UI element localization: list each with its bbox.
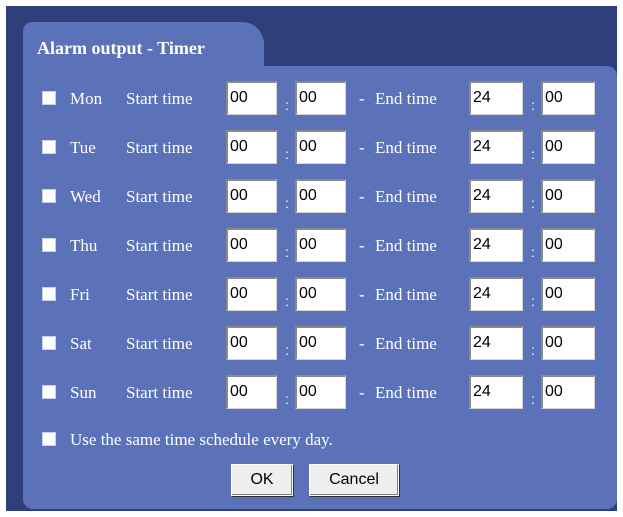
- end-minute-input-wed[interactable]: 00: [541, 179, 595, 213]
- day-row-sun: Sun Start time 00 : 00 - End time 24 : 0…: [23, 375, 617, 409]
- end-time-label: End time: [375, 187, 437, 206]
- day-row-thu: Thu Start time 00 : 00 - End time 24 : 0…: [23, 228, 617, 262]
- start-hour-input-mon[interactable]: 00: [226, 81, 277, 115]
- end-hour-input-mon[interactable]: 24: [469, 81, 523, 115]
- end-time-label: End time: [375, 383, 437, 402]
- end-minute-input-tue[interactable]: 00: [541, 130, 595, 164]
- end-hour-input-thu[interactable]: 24: [469, 228, 523, 262]
- day-row-mon: Mon Start time 00 : 00 - End time 24 : 0…: [23, 81, 617, 115]
- day-row-fri: Fri Start time 00 : 00 - End time 24 : 0…: [23, 277, 617, 311]
- end-time-label: End time: [375, 285, 437, 304]
- start-minute-input-mon[interactable]: 00: [295, 81, 346, 115]
- colon-separator: :: [531, 244, 535, 260]
- same-schedule-checkbox[interactable]: [42, 432, 56, 446]
- cancel-button[interactable]: Cancel: [309, 464, 399, 496]
- end-time-label: End time: [375, 236, 437, 255]
- start-hour-input-sat[interactable]: 00: [226, 326, 277, 360]
- colon-separator: :: [285, 244, 289, 260]
- day-checkbox-mon[interactable]: [42, 91, 56, 105]
- start-minute-input-fri[interactable]: 00: [295, 277, 346, 311]
- day-checkbox-tue[interactable]: [42, 140, 56, 154]
- end-minute-input-sat[interactable]: 00: [541, 326, 595, 360]
- start-time-label: Start time: [126, 285, 193, 304]
- end-time-label: End time: [375, 138, 437, 157]
- start-minute-input-sat[interactable]: 00: [295, 326, 346, 360]
- start-hour-input-sun[interactable]: 00: [226, 375, 277, 409]
- start-time-label: Start time: [126, 187, 193, 206]
- colon-separator: :: [285, 342, 289, 358]
- end-hour-input-sun[interactable]: 24: [469, 375, 523, 409]
- start-hour-input-thu[interactable]: 00: [226, 228, 277, 262]
- colon-separator: :: [285, 195, 289, 211]
- start-minute-input-tue[interactable]: 00: [295, 130, 346, 164]
- colon-separator: :: [285, 391, 289, 407]
- day-row-sat: Sat Start time 00 : 00 - End time 24 : 0…: [23, 326, 617, 360]
- colon-separator: :: [531, 342, 535, 358]
- start-hour-input-fri[interactable]: 00: [226, 277, 277, 311]
- day-row-wed: Wed Start time 00 : 00 - End time 24 : 0…: [23, 179, 617, 213]
- end-time-label: End time: [375, 334, 437, 353]
- colon-separator: :: [285, 146, 289, 162]
- start-minute-input-wed[interactable]: 00: [295, 179, 346, 213]
- dash-separator: -: [359, 236, 365, 255]
- dash-separator: -: [359, 334, 365, 353]
- start-minute-input-sun[interactable]: 00: [295, 375, 346, 409]
- ok-button[interactable]: OK: [231, 464, 293, 496]
- end-minute-input-mon[interactable]: 00: [541, 81, 595, 115]
- start-time-label: Start time: [126, 383, 193, 402]
- timer-panel: Mon Start time 00 : 00 - End time 24 : 0…: [23, 66, 617, 509]
- dash-separator: -: [359, 138, 365, 157]
- day-checkbox-thu[interactable]: [42, 238, 56, 252]
- colon-separator: :: [531, 195, 535, 211]
- end-hour-input-wed[interactable]: 24: [469, 179, 523, 213]
- day-checkbox-fri[interactable]: [42, 287, 56, 301]
- colon-separator: :: [531, 293, 535, 309]
- day-label-tue: Tue: [70, 138, 96, 157]
- dialog-tab: Alarm output - Timer: [23, 22, 264, 72]
- dash-separator: -: [359, 187, 365, 206]
- same-schedule-row: Use the same time schedule every day.: [23, 422, 617, 456]
- same-schedule-label: Use the same time schedule every day.: [70, 430, 333, 449]
- dash-separator: -: [359, 89, 365, 108]
- colon-separator: :: [531, 97, 535, 113]
- day-label-mon: Mon: [70, 89, 103, 108]
- day-label-wed: Wed: [70, 187, 101, 206]
- start-time-label: Start time: [126, 89, 193, 108]
- day-label-sun: Sun: [70, 383, 97, 402]
- dialog-title: Alarm output - Timer: [37, 38, 205, 58]
- colon-separator: :: [531, 146, 535, 162]
- dash-separator: -: [359, 285, 365, 304]
- button-row: OK Cancel: [23, 464, 617, 498]
- start-time-label: Start time: [126, 236, 193, 255]
- start-hour-input-wed[interactable]: 00: [226, 179, 277, 213]
- day-checkbox-sun[interactable]: [42, 385, 56, 399]
- day-row-tue: Tue Start time 00 : 00 - End time 24 : 0…: [23, 130, 617, 164]
- end-minute-input-sun[interactable]: 00: [541, 375, 595, 409]
- colon-separator: :: [531, 391, 535, 407]
- day-label-sat: Sat: [70, 334, 92, 353]
- day-label-thu: Thu: [70, 236, 98, 255]
- end-minute-input-fri[interactable]: 00: [541, 277, 595, 311]
- day-checkbox-sat[interactable]: [42, 336, 56, 350]
- day-label-fri: Fri: [70, 285, 90, 304]
- start-time-label: Start time: [126, 334, 193, 353]
- end-minute-input-thu[interactable]: 00: [541, 228, 595, 262]
- day-checkbox-wed[interactable]: [42, 189, 56, 203]
- end-hour-input-sat[interactable]: 24: [469, 326, 523, 360]
- end-time-label: End time: [375, 89, 437, 108]
- start-hour-input-tue[interactable]: 00: [226, 130, 277, 164]
- end-hour-input-fri[interactable]: 24: [469, 277, 523, 311]
- colon-separator: :: [285, 97, 289, 113]
- start-time-label: Start time: [126, 138, 193, 157]
- dialog-frame: Alarm output - Timer Mon Start time 00 :…: [6, 6, 617, 511]
- end-hour-input-tue[interactable]: 24: [469, 130, 523, 164]
- dash-separator: -: [359, 383, 365, 402]
- colon-separator: :: [285, 293, 289, 309]
- start-minute-input-thu[interactable]: 00: [295, 228, 346, 262]
